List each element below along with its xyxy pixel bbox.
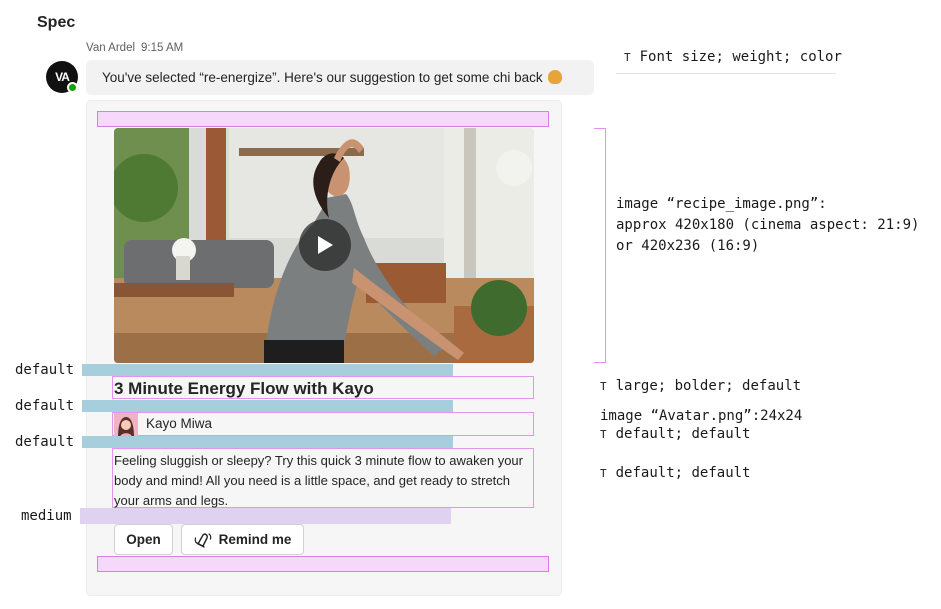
author-name: Kayo Miwa — [146, 416, 213, 431]
open-button[interactable]: Open — [114, 524, 173, 555]
spacing-indicator-medium — [80, 508, 451, 524]
meditation-emoji-icon — [548, 70, 563, 84]
remind-me-label: Remind me — [218, 532, 292, 547]
play-icon — [318, 236, 333, 254]
image-note-line: or 420x236 (16:9) — [616, 238, 760, 254]
presence-available-icon — [67, 82, 78, 93]
image-bracket — [594, 128, 606, 363]
spacing-label: medium — [21, 508, 72, 524]
top-padding-spacer — [97, 111, 549, 127]
text-style-icon: T — [600, 467, 607, 480]
author-note-text: default; default — [615, 426, 751, 442]
sender-name: Van Ardel — [86, 42, 136, 54]
play-button[interactable] — [299, 219, 351, 271]
font-note-text: Font size; weight; color — [639, 49, 842, 65]
text-style-icon: T — [624, 51, 631, 64]
spacing-label: default — [15, 362, 75, 378]
spacing-label: default — [15, 434, 75, 450]
text-style-icon: T — [600, 428, 607, 441]
description-annotation: Tdefault; default — [600, 465, 750, 481]
spec-title: Spec — [37, 14, 76, 31]
alarm-ring-icon — [194, 532, 211, 548]
author-avatar — [114, 413, 138, 437]
bottom-padding-spacer — [97, 556, 549, 572]
avatar-annotation: image “Avatar.png”:24x24 — [600, 408, 803, 424]
title-annotation: Tlarge; bolder; default — [600, 378, 801, 394]
remind-me-button[interactable]: Remind me — [181, 524, 304, 555]
font-annotation: T Font size; weight; color — [624, 49, 842, 65]
card-description: Feeling sluggish or sleepy? Try this qui… — [114, 453, 523, 508]
text-style-icon: T — [600, 380, 607, 393]
author-annotation: Tdefault; default — [600, 426, 750, 442]
divider — [616, 73, 836, 74]
open-button-label: Open — [126, 532, 161, 547]
spacing-indicator-default — [82, 436, 453, 448]
desc-note-text: default; default — [615, 465, 751, 481]
spacing-label: default — [15, 398, 75, 414]
spacing-indicator-default — [82, 364, 453, 376]
title-note-text: large; bolder; default — [615, 378, 802, 394]
message-bubble: You've selected “re-energize”. Here's ou… — [86, 60, 594, 95]
image-note-line: approx 420x180 (cinema aspect: 21:9) — [616, 217, 920, 233]
spacing-indicator-default — [82, 400, 453, 412]
message-time: 9:15 AM — [141, 42, 184, 54]
message-header: Van Ardel 9:15 AM — [86, 42, 183, 54]
card-title: 3 Minute Energy Flow with Kayo — [114, 379, 374, 398]
image-note-line: image “recipe_image.png”: — [616, 196, 827, 212]
image-annotation: image “recipe_image.png”: approx 420x180… — [616, 194, 919, 257]
message-text: You've selected “re-energize”. Here's ou… — [102, 70, 543, 85]
